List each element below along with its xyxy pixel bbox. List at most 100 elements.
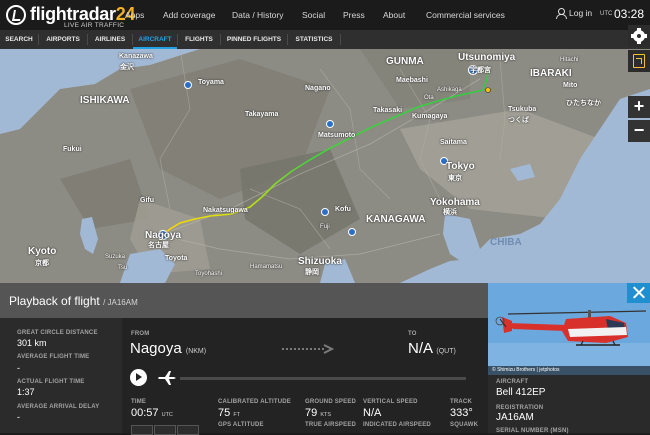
map-label-nagoya-jp: 名古屋	[148, 242, 169, 249]
map-label-nakatsugawa: Nakatsugawa	[203, 207, 248, 214]
nav-about[interactable]: About	[383, 10, 405, 20]
close-icon	[632, 286, 645, 299]
subnav-airlines[interactable]: AIRLINES	[88, 30, 132, 49]
logo-subtitle: LIVE AIR TRAFFIC	[64, 22, 125, 29]
map-label-kyoto: Kyoto	[28, 246, 57, 257]
nav-apps[interactable]: Apps	[125, 10, 144, 20]
nav-press[interactable]: Press	[343, 10, 365, 20]
map-label-kanazawa: Kanazawa	[119, 53, 153, 60]
registration-label: REGISTRATION	[496, 405, 544, 411]
map-label-yokohama-jp: 横浜	[443, 209, 457, 216]
playback-speed-button[interactable]	[131, 425, 153, 435]
map-label-gunma: GUNMA	[386, 56, 424, 67]
airport-marker-matsumoto	[326, 120, 334, 128]
map-view[interactable]: GUNMA Utsunomiya 宇都宮 IBARAKI Mito ひたちなか …	[0, 49, 650, 283]
track-value: 333°	[450, 407, 473, 419]
avg-arrival-delay-value: -	[17, 412, 20, 422]
playback-title: Playback of flight / JA16AM	[9, 294, 138, 308]
map-label-saitama: Saitama	[440, 139, 467, 146]
user-icon	[556, 8, 567, 19]
to-label: TO	[408, 331, 417, 337]
map-label-tsu: Tsu	[118, 265, 128, 271]
playback-speed-button[interactable]	[154, 425, 176, 435]
map-label-ota: Ota	[424, 95, 434, 101]
map-label-takayama: Takayama	[245, 111, 279, 118]
to-airport: N/A (QUT)	[408, 340, 456, 357]
time-value: 00:57 UTC	[131, 407, 173, 419]
map-label-takasaki: Takasaki	[373, 107, 403, 114]
photo-credit: © Shimizu Brothers | jetphotos	[488, 366, 650, 375]
subnav-pinned-flights[interactable]: PINNED FLIGHTS	[221, 30, 287, 49]
to-code: (QUT)	[436, 348, 456, 355]
map-label-tsukuba-jp: つくば	[508, 117, 529, 124]
nav-data-history[interactable]: Data / History	[232, 10, 284, 20]
nav-social[interactable]: Social	[302, 10, 325, 20]
playback-speed-button[interactable]	[177, 425, 199, 435]
actual-flight-time-value: 1:37	[17, 387, 35, 397]
zoom-in-button[interactable]: +	[628, 96, 650, 118]
map-label-kumagaya: Kumagaya	[412, 113, 448, 120]
aircraft-photo[interactable]	[488, 283, 650, 375]
subnav-airports[interactable]: AIRPORTS	[39, 30, 87, 49]
filter-icon	[633, 54, 645, 68]
airport-marker-toyama	[184, 81, 192, 89]
login-label: Log in	[569, 8, 593, 18]
map-label-nagano: Nagano	[305, 85, 331, 92]
airport-marker-shizuoka	[348, 228, 356, 236]
avg-arrival-delay-label: AVERAGE ARRIVAL DELAY	[17, 404, 100, 410]
map-label-ashikaga: Ashikaga	[437, 87, 462, 93]
route-arrow-icon	[282, 344, 334, 354]
map-label-tokyo: Tokyo	[446, 161, 475, 172]
subnav-aircraft[interactable]: AIRCRAFT	[133, 30, 177, 49]
login-button[interactable]: Log in	[556, 8, 593, 19]
map-label-toyohashi: Toyohashi	[195, 271, 223, 277]
nav-commercial-services[interactable]: Commercial services	[426, 10, 505, 20]
ground-speed-label: GROUND SPEED	[305, 399, 357, 405]
squawk-label: SQUAWK	[450, 422, 479, 428]
map-label-ishikawa: ISHIKAWA	[80, 95, 130, 106]
aircraft-value: Bell 412EP	[496, 387, 546, 398]
map-label-utsunomiya: Utsunomiya	[458, 52, 516, 63]
map-label-fukui: Fukui	[63, 146, 82, 153]
true-airspeed-label: TRUE AIRSPEED	[305, 422, 357, 428]
nav-add-coverage[interactable]: Add coverage	[163, 10, 215, 20]
filter-button[interactable]	[628, 50, 650, 72]
subnav-statistics[interactable]: STATISTICS	[288, 30, 340, 49]
map-label-hamamatsu: Hamamatsu	[250, 264, 283, 270]
avg-flight-time-label: AVERAGE FLIGHT TIME	[17, 354, 90, 360]
map-label-matsumoto: Matsumoto	[318, 132, 356, 139]
map-label-chiba: CHIBA	[490, 237, 522, 248]
map-label-kanagawa: KANAGAWA	[366, 214, 426, 225]
map-label-hitachi: Hitachi	[560, 57, 579, 63]
zoom-out-button[interactable]: −	[628, 120, 650, 142]
registration-value: JA16AM	[496, 412, 534, 423]
avg-flight-time-value: -	[17, 363, 20, 373]
close-button[interactable]	[627, 283, 650, 303]
map-label-hitachinaka: ひたちなか	[566, 100, 601, 107]
from-label: FROM	[131, 331, 150, 337]
logo-icon	[6, 5, 26, 25]
airport-marker-kofu	[321, 208, 329, 216]
subnav-search[interactable]: SEARCH	[0, 30, 38, 49]
calibrated-altitude-value: 75 FT	[218, 407, 241, 419]
from-city: Nagoya	[130, 340, 182, 357]
indicated-airspeed-label: INDICATED AIRSPEED	[363, 422, 431, 428]
time-label: TIME	[131, 399, 147, 405]
aircraft-label: AIRCRAFT	[496, 379, 529, 385]
settings-button[interactable]	[628, 25, 650, 47]
play-button[interactable]	[130, 369, 147, 386]
track-label: TRACK	[450, 399, 472, 405]
subnav-divider	[340, 34, 341, 45]
map-label-mito: Mito	[563, 82, 578, 89]
map-label-maebashi: Maebashi	[396, 77, 428, 84]
flightradar24-logo[interactable]: flightradar24 LIVE AIR TRAFFIC	[6, 3, 142, 29]
from-airport: Nagoya (NKM)	[130, 340, 206, 357]
map-label-shizuoka: Shizuoka	[298, 256, 342, 267]
helicopter-image	[488, 283, 650, 375]
playback-slider[interactable]	[180, 377, 466, 380]
actual-flight-time-label: ACTUAL FLIGHT TIME	[17, 379, 85, 385]
utc-label: UTC	[600, 11, 613, 17]
map-label-gifu: Gifu	[140, 197, 154, 204]
great-circle-value: 301 km	[17, 338, 47, 348]
subnav-flights[interactable]: FLIGHTS	[178, 30, 220, 49]
